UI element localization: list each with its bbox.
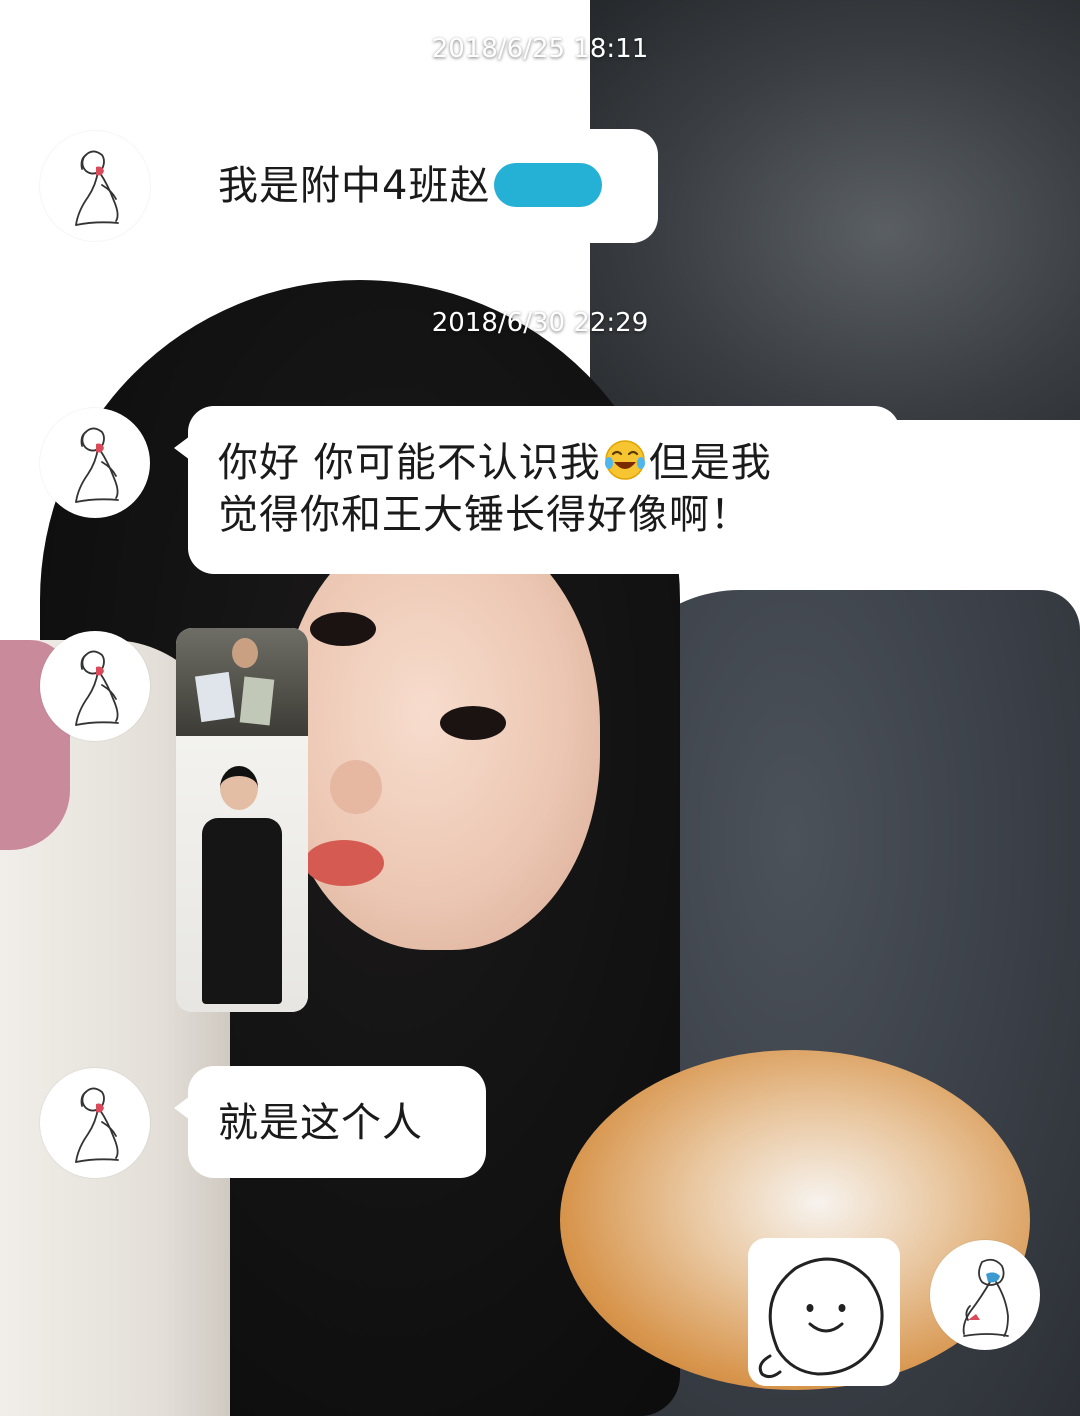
redaction-mark <box>494 163 603 207</box>
message-text: 但是我 <box>648 440 772 486</box>
message-bubble[interactable]: 你好 你可能不认识我 但是我 觉得你和王大锤长得好像啊！ <box>174 406 900 574</box>
smiling-round-face-sticker-icon <box>758 1257 884 1379</box>
background-nose <box>330 760 382 814</box>
message-bubble[interactable]: 就是这个人 <box>174 1066 486 1178</box>
image-card <box>239 676 275 726</box>
message-text: 觉得你和王大锤长得好像啊！ <box>218 492 751 538</box>
image-person-head <box>220 766 258 810</box>
message-text: 就是这个人 <box>218 1100 423 1146</box>
sticker-message[interactable] <box>748 1238 900 1386</box>
image-person-head <box>232 638 258 668</box>
sketch-person-with-mask-avatar-icon <box>962 1258 1009 1337</box>
image-message[interactable] <box>176 628 308 1012</box>
contact-avatar[interactable] <box>40 408 150 518</box>
background-lips <box>304 840 384 886</box>
background-girl-face <box>280 520 600 950</box>
image-person-body <box>202 818 282 1004</box>
sketch-girl-avatar-icon <box>75 650 119 726</box>
image-card <box>194 671 236 723</box>
face-with-tears-of-joy-icon <box>604 440 645 480</box>
image-top-photo <box>176 628 308 736</box>
self-avatar[interactable] <box>930 1240 1040 1350</box>
contact-avatar[interactable] <box>40 131 150 241</box>
sketch-girl-avatar-icon <box>75 427 119 503</box>
contact-avatar[interactable] <box>40 631 150 741</box>
sketch-girl-avatar-icon <box>75 1087 119 1163</box>
timestamp: 2018/6/30 22:29 <box>431 308 649 338</box>
message-bubble[interactable]: 我是附中4班赵 <box>174 129 658 243</box>
message-text: 你好 你可能不认识我 <box>218 440 601 486</box>
background-eye <box>440 706 506 740</box>
sketch-girl-avatar-icon <box>75 150 119 226</box>
contact-avatar[interactable] <box>40 1068 150 1178</box>
message-text: 我是附中4班赵 <box>218 163 491 209</box>
timestamp: 2018/6/25 18:11 <box>431 34 649 64</box>
background-eye <box>310 612 376 646</box>
